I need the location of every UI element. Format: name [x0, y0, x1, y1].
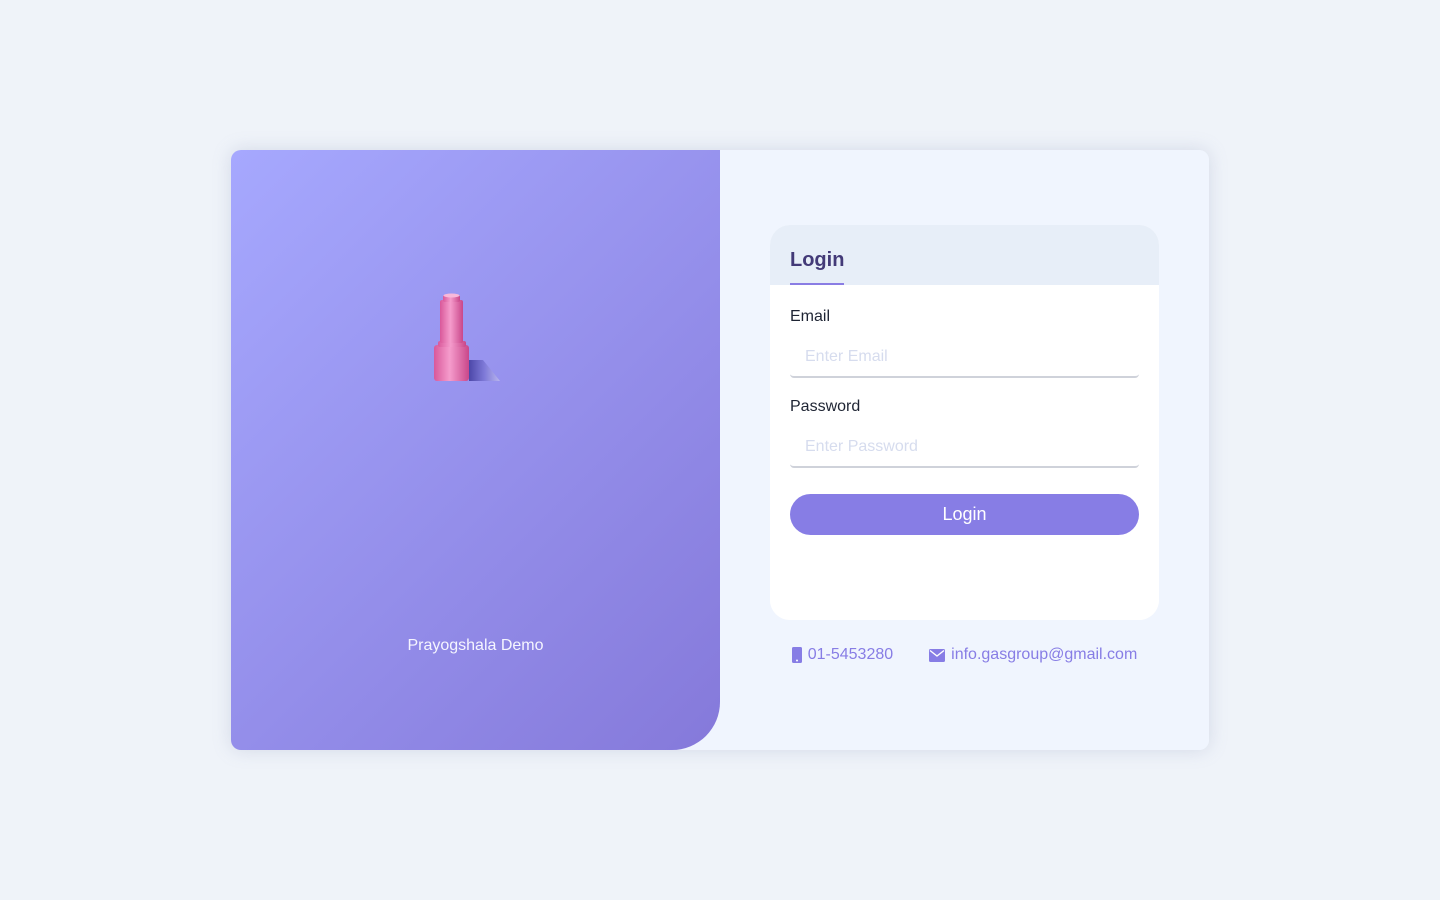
contact-phone-text: 01-5453280	[807, 646, 894, 663]
tab-login[interactable]: Login	[790, 248, 845, 287]
password-field[interactable]	[790, 428, 1139, 468]
login-button[interactable]: Login	[790, 494, 1139, 535]
mobile-phone-icon	[791, 647, 802, 663]
brand-name: Prayogshala Demo	[407, 637, 544, 654]
login-form: Email Password Login	[770, 285, 1159, 620]
password-label: Password	[790, 398, 861, 415]
contact-email-text: info.gasgroup@gmail.com	[951, 646, 1138, 663]
contact-info: 01-5453280 info.gasgroup@gmail.com	[720, 646, 1209, 664]
brand-panel: Prayogshala Demo	[231, 150, 720, 750]
login-panel: Login Email Password Login 01-5453280	[720, 150, 1209, 750]
email-label: Email	[790, 308, 831, 325]
login-tab-bar: Login	[770, 225, 1159, 287]
email-field[interactable]	[790, 338, 1139, 378]
contact-phone[interactable]: 01-5453280	[791, 646, 894, 664]
envelope-icon	[929, 648, 946, 662]
login-form-box: Login Email Password Login	[770, 225, 1159, 620]
contact-email[interactable]: info.gasgroup@gmail.com	[929, 646, 1137, 664]
gas-cylinder-logo-icon	[434, 293, 500, 381]
login-card: Prayogshala Demo Login Email Password Lo…	[231, 150, 1209, 750]
